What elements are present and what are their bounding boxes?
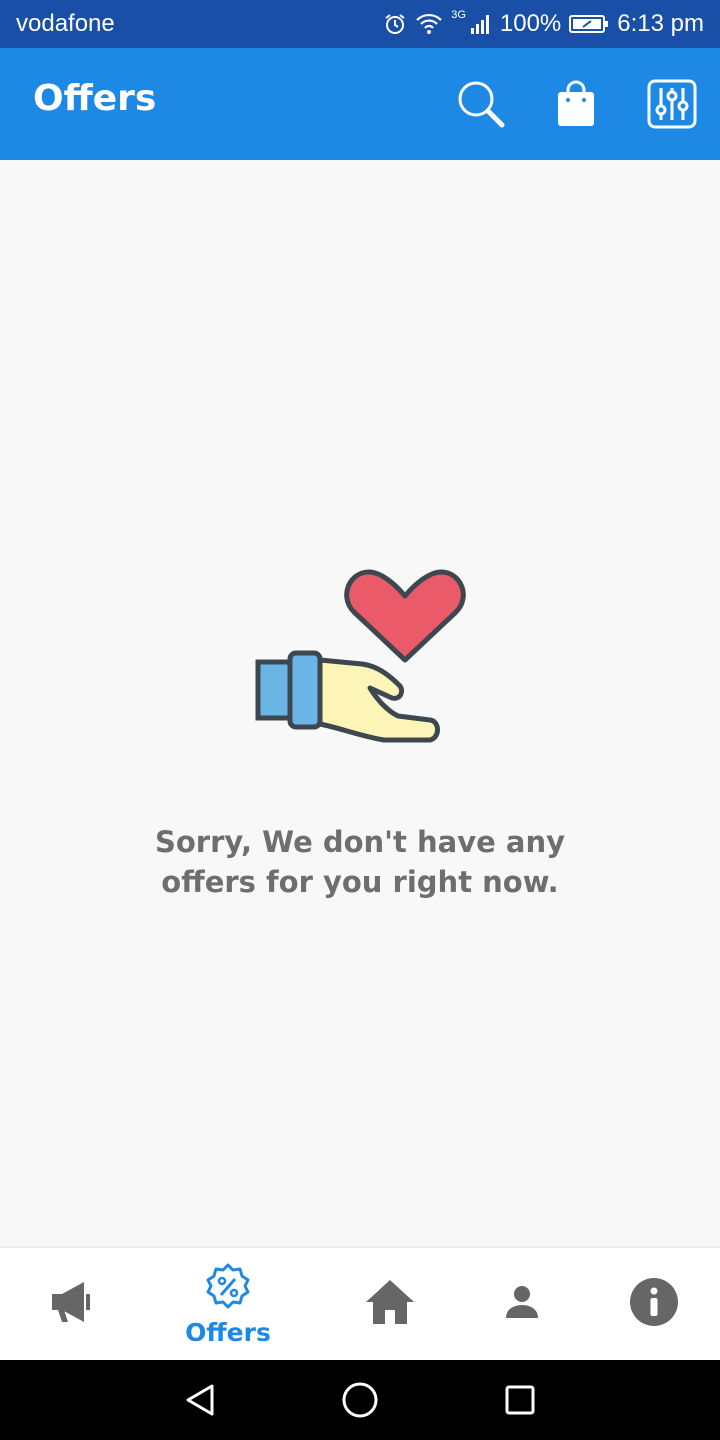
system-navigation-bar [0,1360,720,1440]
nav-item-profile[interactable] [450,1248,594,1360]
megaphone-icon [46,1276,98,1332]
shopping-bag-icon[interactable] [550,78,602,130]
nav-label-offers: Offers [185,1317,271,1347]
wifi-icon [415,13,443,35]
clock: 6:13 pm [617,10,704,37]
bottom-navigation: Offers [0,1246,720,1360]
page-title: Offers [33,78,157,119]
back-icon[interactable] [178,1378,222,1422]
battery-icon [569,13,609,35]
empty-message-line-1: Sorry, We don't have any [154,825,566,859]
empty-state-message: Sorry, We don't have any offers for you … [60,822,660,902]
recents-icon[interactable] [498,1378,542,1422]
network-type: 3G [451,9,466,21]
home-circle-icon[interactable] [338,1378,382,1422]
status-bar: vodafone 3G 100% 6:13 pm [0,0,720,48]
person-icon [502,1282,542,1326]
search-icon[interactable] [454,78,506,130]
status-indicators: 3G 100% 6:13 pm [383,9,704,38]
nav-item-announcements[interactable] [0,1248,144,1360]
app-bar: Offers [0,48,720,160]
filter-sliders-icon[interactable] [646,78,698,130]
alarm-icon [383,12,407,36]
home-icon [364,1276,416,1332]
empty-message-line-2: offers for you right now. [161,865,559,899]
signal-icon [470,13,492,35]
hand-giving-heart-icon [250,560,470,750]
nav-item-home[interactable] [318,1248,462,1360]
carrier-name: vodafone [16,10,115,37]
nav-item-offers[interactable]: Offers [156,1248,300,1360]
info-icon [628,1276,680,1332]
nav-item-info[interactable] [582,1248,720,1360]
battery-percent: 100% [499,10,562,37]
percent-badge-icon [203,1262,253,1316]
